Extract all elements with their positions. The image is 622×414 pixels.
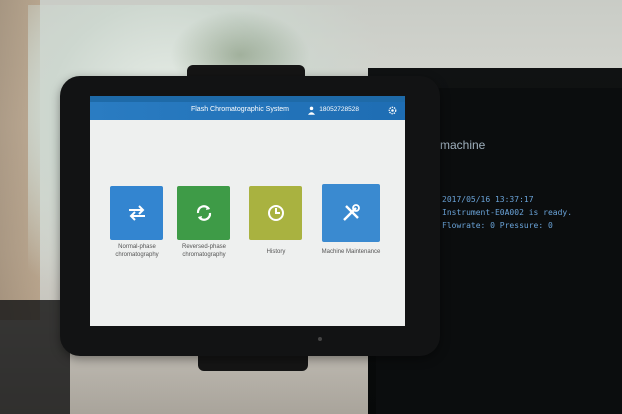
monitor-heading: machine: [440, 138, 486, 152]
app-header: Flash Chromatographic System 18052728528: [90, 102, 405, 120]
clock-icon: [267, 205, 284, 221]
normal-phase-tile[interactable]: [110, 186, 163, 240]
history-tile[interactable]: [249, 186, 302, 240]
tools-icon: [343, 204, 360, 221]
reversed-phase-tile[interactable]: [177, 186, 230, 240]
log-line: 2017/05/16 13:37:17: [442, 195, 534, 204]
tablet-button: [318, 337, 322, 341]
log-line: Instrument-E0A002 is ready.: [442, 208, 573, 217]
log-line: Flowrate: 0 Pressure: 0: [442, 221, 553, 230]
maintenance-tile[interactable]: [322, 184, 380, 242]
monitor-log: 2017/05/16 13:37:17 Instrument-E0A002 is…: [442, 193, 572, 232]
gear-icon[interactable]: [388, 106, 397, 115]
swap-arrows-icon: [128, 205, 145, 221]
reversed-phase-label: Reversed-phase chromatography: [181, 244, 227, 258]
refresh-icon: [196, 205, 211, 221]
user-icon: [308, 106, 315, 115]
maintenance-label: Machine Maintenance: [321, 249, 381, 255]
history-label: History: [266, 249, 286, 255]
photo-background: machine 2017/05/16 13:37:17 Instrument-E…: [0, 0, 622, 414]
phone-number: 18052728528: [319, 106, 359, 113]
tablet-screen: Flash Chromatographic System 18052728528: [90, 96, 405, 326]
